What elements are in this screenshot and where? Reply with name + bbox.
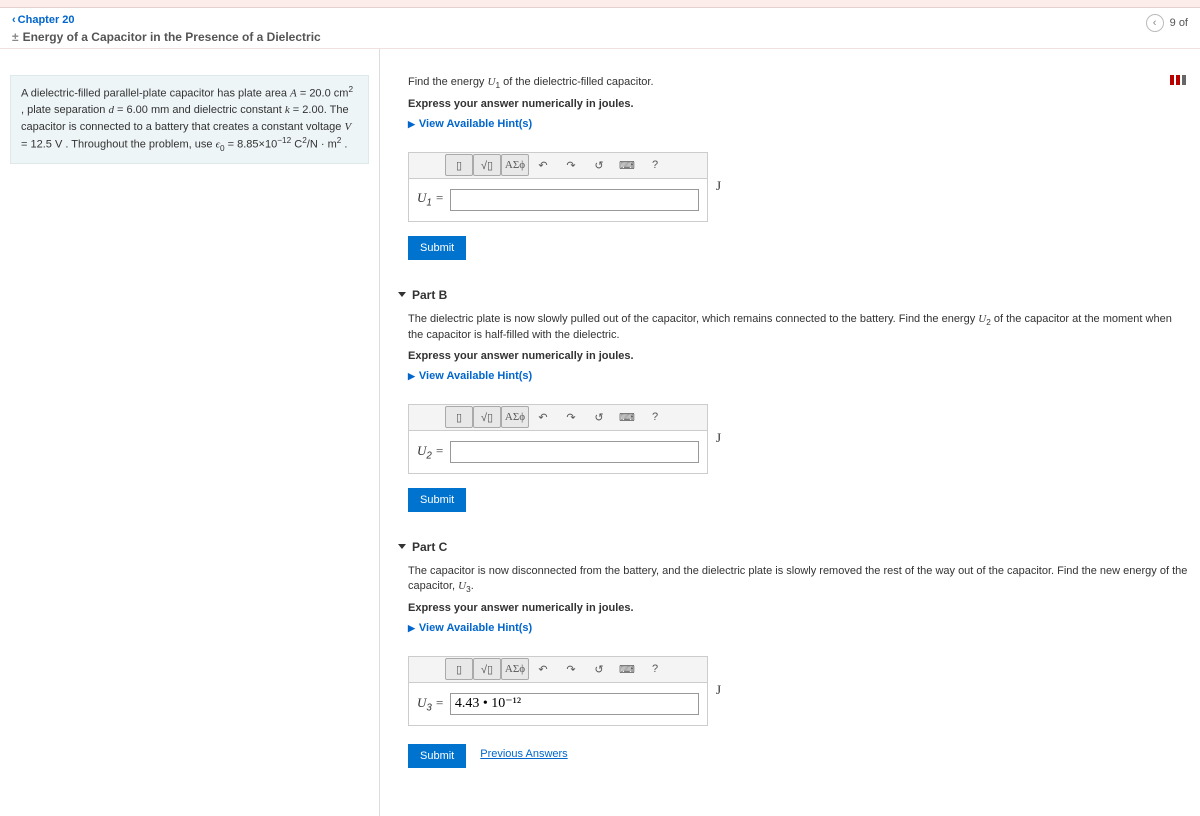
help-icon[interactable]: ? — [641, 154, 669, 176]
caret-down-icon — [398, 292, 406, 297]
assignment-title[interactable]: Energy of a Capacitor in the Presence of… — [12, 30, 321, 44]
part-a: Find the energy U1 of the dielectric-fil… — [408, 75, 1188, 260]
part-a-toolbar: ▯ √▯ ΑΣϕ ↶ ↷ ↺ ⌨ ? — [409, 153, 707, 179]
answer-pane: Find the energy U1 of the dielectric-fil… — [380, 49, 1200, 816]
templates-icon[interactable]: ▯ — [445, 154, 473, 176]
nav-bar: Chapter 20 Energy of a Capacitor in the … — [0, 8, 1200, 49]
part-b-variable-label: U2 = — [417, 443, 444, 462]
part-b-instructions: Express your answer numerically in joule… — [408, 350, 1188, 362]
part-a-variable-label: U1 = — [417, 190, 444, 209]
help-icon[interactable]: ? — [641, 658, 669, 680]
nav-progress: ‹ 9 of — [1146, 14, 1188, 32]
undo-icon[interactable]: ↶ — [529, 406, 557, 428]
redo-icon[interactable]: ↷ — [557, 658, 585, 680]
undo-icon[interactable]: ↶ — [529, 154, 557, 176]
part-a-prompt: Find the energy U1 of the dielectric-fil… — [408, 75, 1188, 92]
help-icon[interactable]: ? — [641, 406, 669, 428]
part-b-prompt: The dielectric plate is now slowly pulle… — [408, 312, 1188, 344]
problem-pane: A dielectric-filled parallel-plate capac… — [0, 49, 380, 816]
part-c-prompt: The capacitor is now disconnected from t… — [408, 564, 1188, 596]
reset-icon[interactable]: ↺ — [585, 658, 613, 680]
part-c: Part C The capacitor is now disconnected… — [408, 540, 1188, 768]
part-c-variable-label: U3 = — [417, 695, 444, 714]
undo-icon[interactable]: ↶ — [529, 658, 557, 680]
templates-icon[interactable]: ▯ — [445, 406, 473, 428]
keyboard-icon[interactable]: ⌨ — [613, 406, 641, 428]
caret-down-icon — [398, 544, 406, 549]
templates-icon[interactable]: ▯ — [445, 658, 473, 680]
prev-item-button[interactable]: ‹ — [1146, 14, 1164, 32]
part-c-answer-box: ▯ √▯ ΑΣϕ ↶ ↷ ↺ ⌨ ? U3 = — [408, 656, 708, 726]
greek-icon[interactable]: ΑΣϕ — [501, 154, 529, 176]
part-b-answer-box: ▯ √▯ ΑΣϕ ↶ ↷ ↺ ⌨ ? U2 = — [408, 404, 708, 474]
part-c-submit-button[interactable]: Submit — [408, 744, 466, 768]
greek-icon[interactable]: ΑΣϕ — [501, 658, 529, 680]
redo-icon[interactable]: ↷ — [557, 406, 585, 428]
sqrt-icon[interactable]: √▯ — [473, 154, 501, 176]
part-b-toolbar: ▯ √▯ ΑΣϕ ↶ ↷ ↺ ⌨ ? — [409, 405, 707, 431]
part-a-hints-link[interactable]: View Available Hint(s) — [408, 118, 532, 130]
problem-statement: A dielectric-filled parallel-plate capac… — [10, 75, 369, 164]
sqrt-icon[interactable]: √▯ — [473, 406, 501, 428]
part-c-answer-input[interactable] — [450, 693, 699, 715]
content-area: A dielectric-filled parallel-plate capac… — [0, 49, 1200, 816]
sqrt-icon[interactable]: √▯ — [473, 658, 501, 680]
keyboard-icon[interactable]: ⌨ — [613, 658, 641, 680]
part-b-submit-button[interactable]: Submit — [408, 488, 466, 512]
part-c-hints-link[interactable]: View Available Hint(s) — [408, 622, 532, 634]
part-a-submit-button[interactable]: Submit — [408, 236, 466, 260]
part-c-header[interactable]: Part C — [398, 540, 1188, 554]
reset-icon[interactable]: ↺ — [585, 154, 613, 176]
top-strip — [0, 0, 1200, 8]
part-b-header[interactable]: Part B — [398, 288, 1188, 302]
review-flag-icon[interactable] — [1170, 75, 1186, 85]
reset-icon[interactable]: ↺ — [585, 406, 613, 428]
part-b-unit: J — [716, 430, 732, 446]
part-b-hints-link[interactable]: View Available Hint(s) — [408, 370, 532, 382]
keyboard-icon[interactable]: ⌨ — [613, 154, 641, 176]
redo-icon[interactable]: ↷ — [557, 154, 585, 176]
greek-icon[interactable]: ΑΣϕ — [501, 406, 529, 428]
part-a-answer-input[interactable] — [450, 189, 699, 211]
part-b-answer-input[interactable] — [450, 441, 699, 463]
previous-answers-link[interactable]: Previous Answers — [480, 748, 567, 760]
part-c-instructions: Express your answer numerically in joule… — [408, 602, 1188, 614]
part-a-instructions: Express your answer numerically in joule… — [408, 98, 1188, 110]
part-a-answer-box: ▯ √▯ ΑΣϕ ↶ ↷ ↺ ⌨ ? U1 = — [408, 152, 708, 222]
progress-text: 9 of — [1170, 17, 1188, 29]
breadcrumb-chapter[interactable]: Chapter 20 — [12, 14, 321, 26]
part-c-unit: J — [716, 682, 732, 698]
part-c-toolbar: ▯ √▯ ΑΣϕ ↶ ↷ ↺ ⌨ ? — [409, 657, 707, 683]
part-a-unit: J — [716, 178, 732, 194]
part-b: Part B The dielectric plate is now slowl… — [408, 288, 1188, 512]
